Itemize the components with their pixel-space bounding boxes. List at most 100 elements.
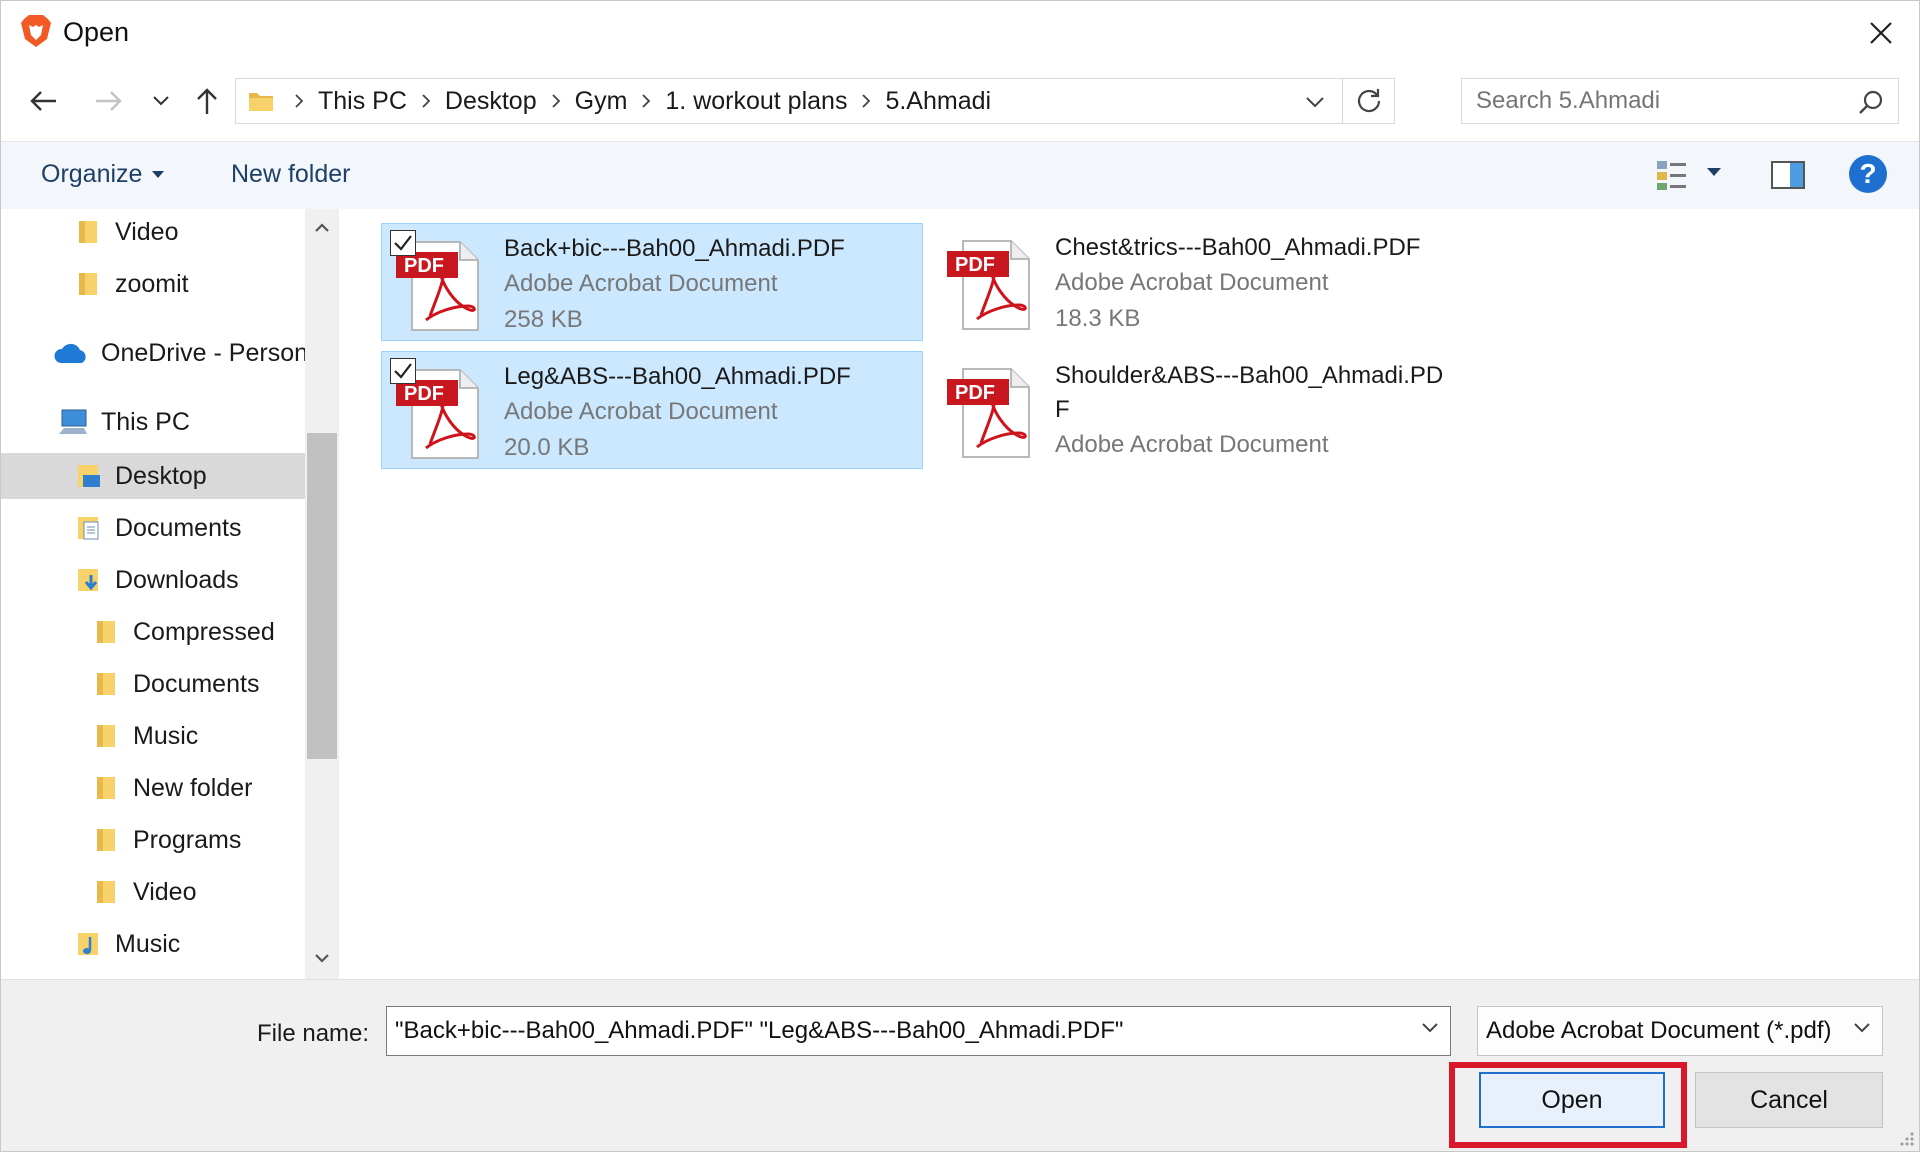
scroll-down-button[interactable] <box>311 947 333 969</box>
sidebar-item-label: OneDrive - Person <box>101 338 309 367</box>
sidebar-item-label: Video <box>133 877 197 906</box>
sidebar-item-label: New folder <box>133 773 253 802</box>
chevron-right-icon <box>545 93 567 109</box>
scroll-thumb[interactable] <box>307 433 337 759</box>
breadcrumb-this-pc[interactable]: This PC <box>318 87 407 116</box>
view-options-caret-icon[interactable] <box>1707 168 1721 177</box>
breadcrumb: This PC Desktop Gym 1. workout plans 5.A… <box>280 87 991 116</box>
sidebar-item-label: Music <box>133 721 199 750</box>
open-dialog: Open This PC Desktop Gym 1. workout plan… <box>0 0 1920 1152</box>
breadcrumb-gym[interactable]: Gym <box>575 87 628 116</box>
close-button[interactable] <box>1859 11 1903 55</box>
chevron-right-icon <box>635 93 657 109</box>
preview-pane-icon[interactable] <box>1771 160 1805 190</box>
file-item[interactable]: PDF Shoulder&ABS---Bah00_Ahmadi.PDF Adob… <box>933 351 1475 469</box>
close-icon <box>1870 22 1892 44</box>
sidebar-item-label: Documents <box>115 513 242 542</box>
search-input[interactable] <box>1476 87 1836 115</box>
navigation-pane: Video zoomit OneDrive - Person This PC D… <box>1 209 341 979</box>
pdf-badge-label: PDF <box>404 255 444 277</box>
forward-button[interactable] <box>89 79 129 123</box>
file-type: Adobe Acrobat Document <box>1055 431 1329 458</box>
resize-grip-icon[interactable] <box>1897 1129 1915 1147</box>
pdf-badge-label: PDF <box>955 382 995 404</box>
search-icon[interactable] <box>1858 89 1884 115</box>
refresh-button[interactable] <box>1342 79 1394 123</box>
pdf-badge-label: PDF <box>955 254 995 276</box>
change-view-icon[interactable] <box>1655 158 1689 192</box>
command-bar: Organize New folder ? <box>1 141 1919 209</box>
sidebar-item-label: Video <box>115 217 179 246</box>
file-item[interactable]: PDF Chest&trics---Bah00_Ahmadi.PDF Adobe… <box>933 223 1475 341</box>
sidebar-item-new-folder[interactable]: New folder <box>93 765 253 811</box>
sidebar-item-label: Documents <box>133 669 260 698</box>
up-button[interactable] <box>187 79 227 123</box>
selection-checkbox[interactable] <box>390 230 416 256</box>
file-list: PDF Back+bic---Bah00_Ahmadi.PDF Adobe Ac… <box>341 209 1919 979</box>
bottom-bar: File name: "Back+bic---Bah00_Ahmadi.PDF"… <box>1 979 1919 1151</box>
sidebar-item-music-folder[interactable]: Music <box>93 713 198 759</box>
sidebar-scrollbar[interactable] <box>305 209 339 979</box>
file-type-select[interactable]: Adobe Acrobat Document (*.pdf) <box>1477 1006 1883 1056</box>
organize-button[interactable]: Organize <box>41 160 165 189</box>
sidebar-item-video-folder[interactable]: Video <box>93 869 197 915</box>
breadcrumb-workout-plans[interactable]: 1. workout plans <box>665 87 847 116</box>
sidebar-item-documents-folder[interactable]: Documents <box>93 661 259 707</box>
cloud-icon <box>53 339 89 367</box>
computer-icon <box>57 408 89 436</box>
file-item[interactable]: PDF Back+bic---Bah00_Ahmadi.PDF Adobe Ac… <box>381 223 923 341</box>
scroll-up-button[interactable] <box>311 217 333 239</box>
music-icon <box>75 930 103 958</box>
file-type: Adobe Acrobat Document <box>504 270 778 297</box>
sidebar-item-documents[interactable]: Documents <box>75 505 241 551</box>
chevron-down-icon <box>315 954 329 963</box>
breadcrumb-desktop[interactable]: Desktop <box>445 87 537 116</box>
folder-icon <box>75 270 103 298</box>
file-name: Shoulder&ABS---Bah00_Ahmadi.PDF <box>1055 362 1444 423</box>
file-type: Adobe Acrobat Document <box>504 398 778 425</box>
sidebar-item-downloads[interactable]: Downloads <box>75 557 239 603</box>
folder-icon <box>75 218 103 246</box>
sidebar-item-video[interactable]: Video <box>75 209 179 255</box>
back-button[interactable] <box>23 79 63 123</box>
address-dropdown-button[interactable] <box>1300 87 1330 117</box>
sidebar-item-zoomit[interactable]: zoomit <box>75 261 189 307</box>
refresh-icon <box>1357 89 1380 113</box>
sidebar-item-compressed[interactable]: Compressed <box>93 609 275 655</box>
folder-icon <box>93 722 121 750</box>
navigation-row: This PC Desktop Gym 1. workout plans 5.A… <box>1 73 1920 129</box>
file-size: 258 KB <box>504 306 583 333</box>
window-title: Open <box>63 17 130 47</box>
checkmark-icon <box>394 363 412 379</box>
chevron-down-icon[interactable] <box>1420 1021 1440 1035</box>
file-item[interactable]: PDF Leg&ABS---Bah00_Ahmadi.PDF Adobe Acr… <box>381 351 923 469</box>
file-size: 18.3 KB <box>1055 305 1141 332</box>
selection-checkbox[interactable] <box>390 358 416 384</box>
chevron-down-icon <box>1306 97 1324 108</box>
chevron-right-icon <box>288 93 310 109</box>
file-name-label: File name: <box>257 1020 370 1047</box>
recent-locations-button[interactable] <box>143 79 179 123</box>
sidebar-item-label: This PC <box>101 407 190 436</box>
sidebar-item-desktop[interactable]: Desktop <box>1 453 305 499</box>
documents-icon <box>75 514 103 542</box>
arrow-left-icon <box>30 91 56 111</box>
breadcrumb-ahmadi[interactable]: 5.Ahmadi <box>885 87 991 116</box>
file-name: Back+bic---Bah00_Ahmadi.PDF <box>504 235 845 262</box>
chevron-down-icon <box>153 96 169 106</box>
folder-icon <box>93 826 121 854</box>
folder-icon <box>93 878 121 906</box>
sidebar-item-music[interactable]: Music <box>75 921 180 967</box>
sidebar-item-label: Compressed <box>133 617 275 646</box>
new-folder-button[interactable]: New folder <box>231 160 351 189</box>
address-bar[interactable]: This PC Desktop Gym 1. workout plans 5.A… <box>235 78 1395 124</box>
open-button[interactable]: Open <box>1479 1072 1665 1128</box>
cancel-button[interactable]: Cancel <box>1695 1072 1883 1128</box>
sidebar-item-onedrive[interactable]: OneDrive - Person <box>53 330 308 376</box>
file-name-input[interactable]: "Back+bic---Bah00_Ahmadi.PDF" "Leg&ABS--… <box>386 1006 1451 1056</box>
sidebar-item-this-pc[interactable]: This PC <box>57 399 190 445</box>
file-type-value: Adobe Acrobat Document (*.pdf) <box>1486 1017 1832 1044</box>
help-icon[interactable]: ? <box>1849 155 1887 193</box>
sidebar-item-programs[interactable]: Programs <box>93 817 241 863</box>
pdf-file-icon: PDF <box>947 368 1030 458</box>
